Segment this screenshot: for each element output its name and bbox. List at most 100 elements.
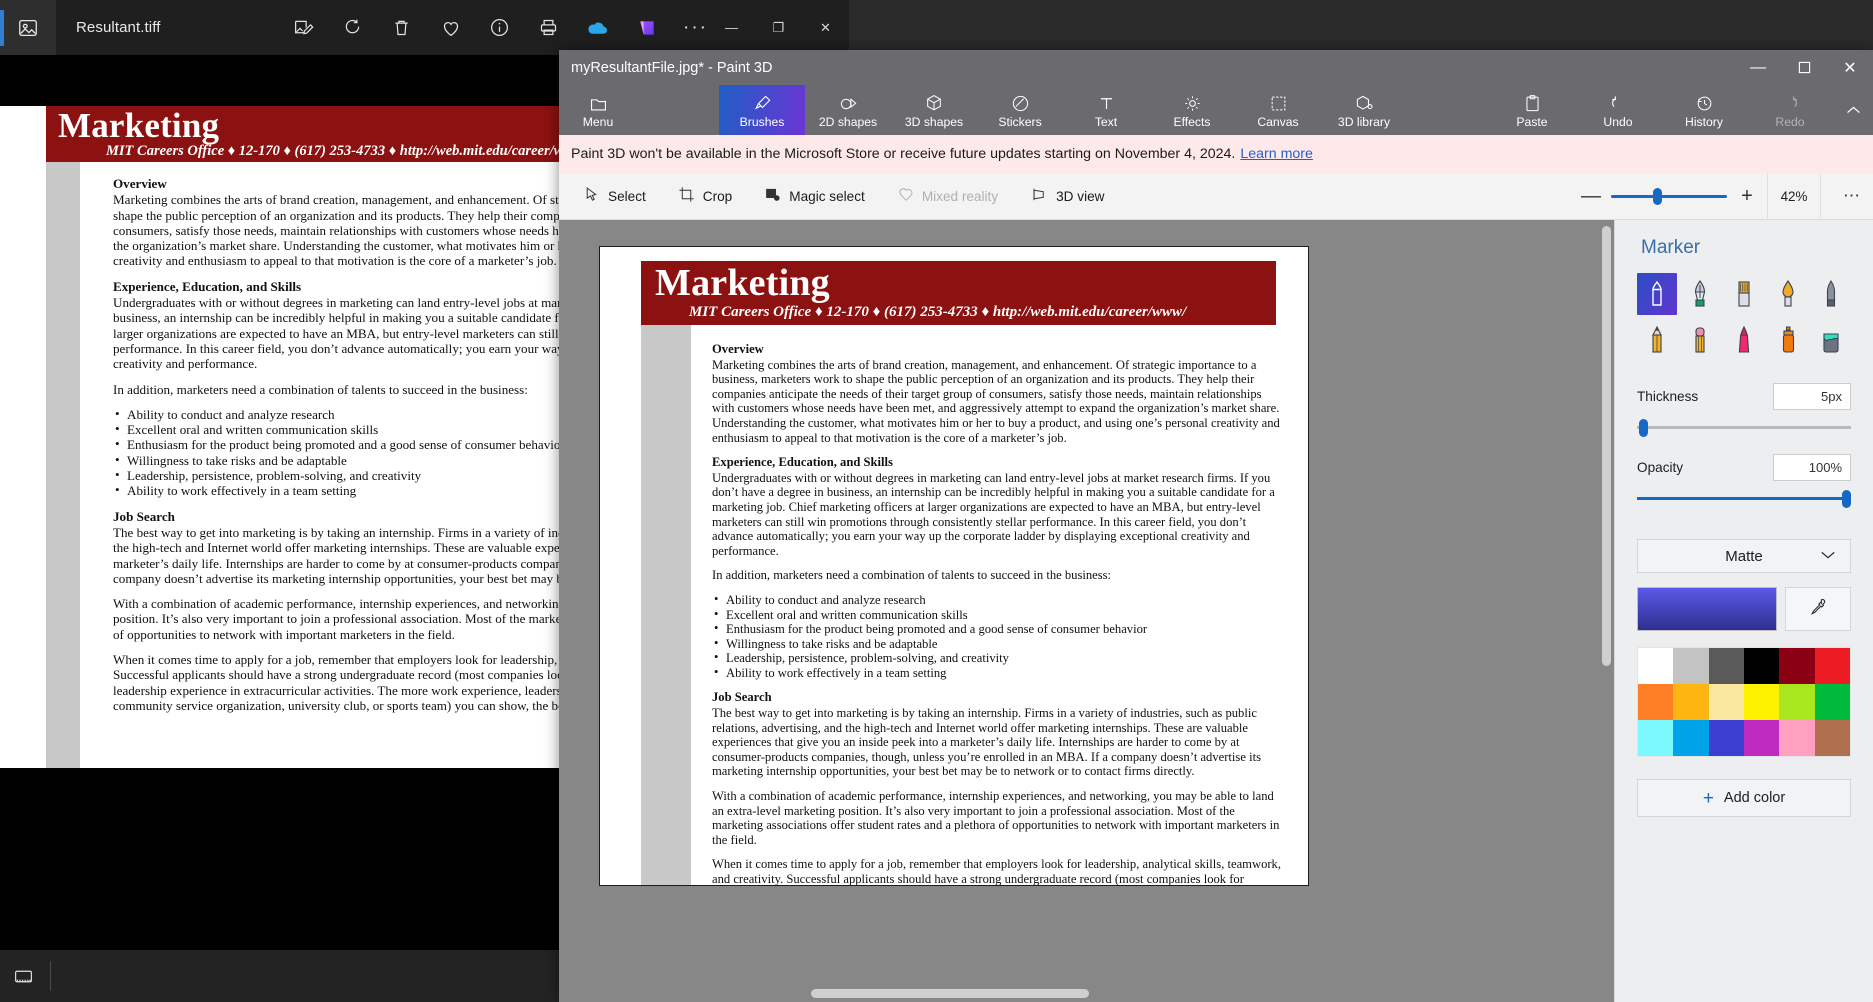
color-swatch[interactable] (1638, 720, 1674, 756)
color-swatch[interactable] (1638, 684, 1674, 720)
color-swatch[interactable] (1814, 648, 1850, 684)
paint3d-titlebar: myResultantFile.jpg* - Paint 3D — ✕ (559, 50, 1873, 85)
color-swatch[interactable] (1779, 648, 1815, 684)
current-color-swatch[interactable] (1637, 587, 1777, 631)
watercolor-tool[interactable] (1768, 273, 1808, 315)
filmstrip-icon[interactable] (8, 961, 38, 991)
photos-close-button[interactable]: ✕ (802, 0, 849, 55)
toolbar-more-options-icon[interactable]: ⋯ (1831, 186, 1873, 206)
paint3d-title: myResultantFile.jpg* - Paint 3D (571, 59, 773, 76)
spray-can-tool[interactable] (1768, 319, 1808, 361)
material-dropdown[interactable]: Matte (1637, 539, 1851, 573)
pixel-pen-tool[interactable] (1811, 273, 1851, 315)
thickness-slider-knob[interactable] (1639, 419, 1648, 437)
toolbar-crop-button[interactable]: Crop (662, 173, 748, 220)
opacity-slider[interactable] (1637, 489, 1851, 509)
marker-tool[interactable] (1637, 273, 1677, 315)
ribbon-history-button[interactable]: History (1661, 85, 1747, 135)
document-paragraph: With a combination of academic performan… (712, 789, 1280, 847)
text-icon (1097, 92, 1116, 113)
zoom-in-button[interactable]: + (1737, 185, 1757, 208)
color-swatch[interactable] (1708, 720, 1744, 756)
rotate-icon[interactable] (338, 13, 368, 43)
more-options-icon[interactable]: ··· (681, 13, 711, 43)
mixed-reality-icon (897, 186, 914, 206)
color-swatch[interactable] (1673, 648, 1709, 684)
eyedropper-button[interactable] (1785, 587, 1851, 631)
canvas-horizontal-scrollbar[interactable] (811, 989, 1089, 998)
print-icon[interactable] (534, 13, 564, 43)
color-swatch[interactable] (1814, 684, 1850, 720)
edit-image-icon[interactable] (289, 13, 319, 43)
toolbar-select-button[interactable]: Select (567, 173, 662, 220)
color-swatch[interactable] (1708, 648, 1744, 684)
photos-file-title: Resultant.tiff (76, 19, 161, 36)
thickness-value[interactable]: 5px (1773, 383, 1851, 410)
color-swatch[interactable] (1779, 684, 1815, 720)
pencil-tool[interactable] (1637, 319, 1677, 361)
ribbon-tab-label: 3D shapes (904, 114, 964, 129)
crayon-tool[interactable] (1724, 319, 1764, 361)
eraser-tool[interactable] (1681, 319, 1721, 361)
zoom-slider-knob[interactable] (1653, 187, 1662, 205)
color-swatch[interactable] (1814, 720, 1850, 756)
oil-brush-tool[interactable] (1724, 273, 1764, 315)
color-swatch[interactable] (1673, 684, 1709, 720)
color-swatch[interactable] (1743, 648, 1780, 684)
zoom-percentage: 42% (1767, 172, 1821, 220)
ribbon-tab-label: Text (1094, 114, 1118, 129)
ribbon-tab-canvas[interactable]: Canvas (1235, 85, 1321, 135)
zoom-out-button[interactable]: — (1581, 185, 1601, 208)
photos-minimize-button[interactable]: — (708, 0, 755, 55)
photos-restore-button[interactable]: ❐ (755, 0, 802, 55)
opacity-value[interactable]: 100% (1773, 454, 1851, 481)
paint3d-maximize-button[interactable] (1781, 50, 1827, 85)
ribbon-tab-text[interactable]: Text (1063, 85, 1149, 135)
toolbar-magic-select-button[interactable]: Magic select (748, 173, 881, 220)
ribbon-paste-button[interactable]: Paste (1489, 85, 1575, 135)
color-swatch[interactable] (1779, 720, 1815, 756)
toolbar-item-label: Crop (702, 188, 733, 204)
opacity-slider-knob[interactable] (1842, 490, 1851, 508)
paint3d-canvas-stage[interactable]: Marketing MIT Careers Office ♦ 12-170 ♦ … (559, 220, 1614, 1002)
calligraphy-pen-tool[interactable] (1681, 273, 1721, 315)
document-banner-subtitle: MIT Careers Office ♦ 12-170 ♦ (617) 253-… (689, 304, 1187, 320)
ribbon-tab-stickers[interactable]: Stickers (977, 85, 1063, 135)
document-banner-title: Marketing (655, 262, 830, 304)
info-icon[interactable] (485, 13, 515, 43)
thickness-slider[interactable] (1637, 418, 1851, 438)
add-color-button[interactable]: + Add color (1637, 779, 1851, 817)
window-accent-bar (0, 10, 4, 46)
ribbon-tab-3d-shapes[interactable]: 3D shapes (891, 85, 977, 135)
current-color-row (1637, 587, 1851, 631)
paint3d-minimize-button[interactable]: — (1735, 50, 1781, 85)
ribbon-tab-3d-library[interactable]: 3D library (1321, 85, 1407, 135)
2d-shapes-icon (839, 92, 858, 113)
ribbon-menu-button[interactable]: Menu (559, 85, 637, 135)
fill-bucket-tool[interactable] (1811, 319, 1851, 361)
favorite-heart-icon[interactable] (436, 13, 466, 43)
color-swatch[interactable] (1743, 684, 1780, 720)
paint3d-canvas[interactable]: Marketing MIT Careers Office ♦ 12-170 ♦ … (599, 246, 1309, 886)
zoom-slider[interactable] (1611, 187, 1727, 205)
ribbon-undo-button[interactable]: Undo (1575, 85, 1661, 135)
clipchamp-icon[interactable] (632, 13, 662, 43)
paint3d-close-button[interactable]: ✕ (1827, 50, 1873, 85)
color-swatch[interactable] (1743, 720, 1780, 756)
color-swatch[interactable] (1638, 648, 1674, 684)
3d-view-icon (1030, 186, 1048, 206)
delete-icon[interactable] (387, 13, 417, 43)
paint3d-ribbon: Menu Brushes 2D shapes 3D shapes Sticker… (559, 85, 1873, 135)
chevron-up-icon[interactable] (1833, 85, 1873, 135)
ribbon-tab-effects[interactable]: Effects (1149, 85, 1235, 135)
color-swatch[interactable] (1673, 720, 1709, 756)
opacity-slider-fill (1637, 497, 1845, 500)
ribbon-tab-2d-shapes[interactable]: 2D shapes (805, 85, 891, 135)
learn-more-link[interactable]: Learn more (1240, 146, 1313, 162)
color-swatch[interactable] (1708, 684, 1744, 720)
toolbar-3d-view-button[interactable]: 3D view (1014, 173, 1120, 220)
onedrive-icon[interactable] (583, 13, 613, 43)
opacity-row: Opacity 100% (1637, 454, 1851, 481)
canvas-vertical-scrollbar[interactable] (1602, 226, 1611, 666)
ribbon-tab-brushes[interactable]: Brushes (719, 85, 805, 135)
